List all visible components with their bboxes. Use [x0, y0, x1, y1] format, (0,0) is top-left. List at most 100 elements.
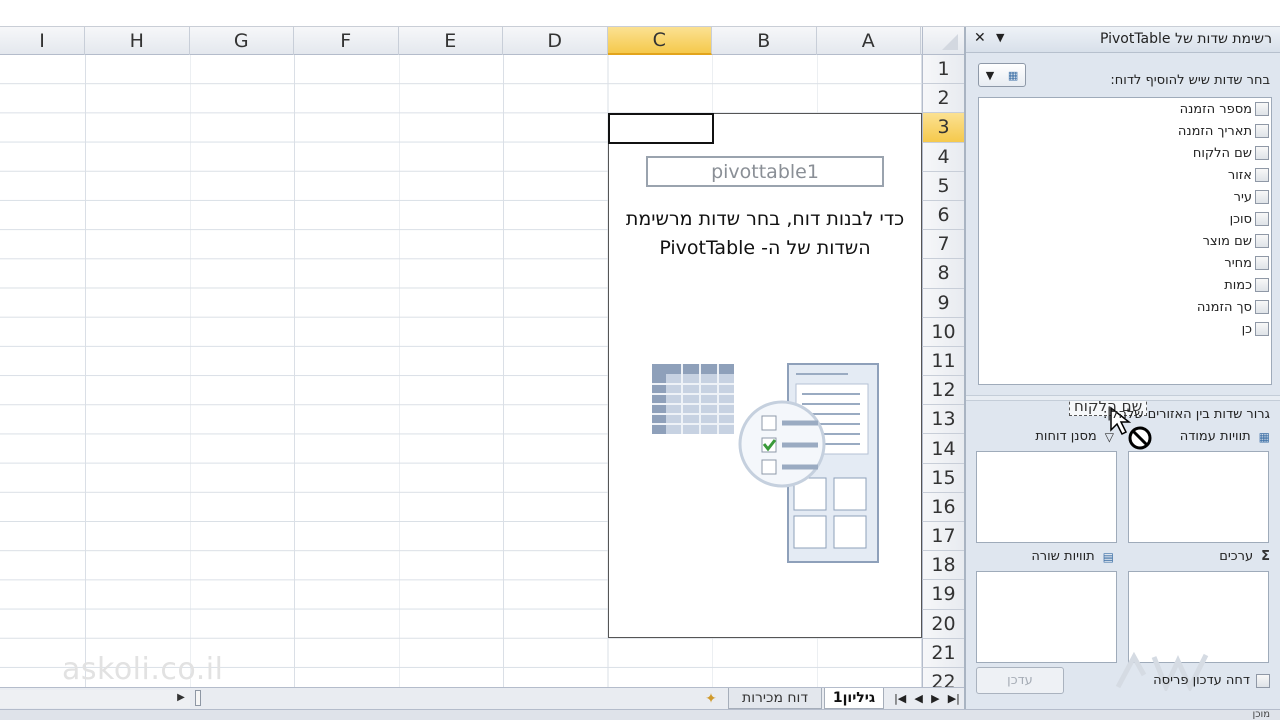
- pivot-table-name: pivottable1: [646, 156, 884, 187]
- column-header-a[interactable]: A: [817, 27, 921, 55]
- field-checkbox[interactable]: [1255, 300, 1269, 314]
- column-header-i[interactable]: I: [0, 27, 85, 55]
- row-header[interactable]: 12: [922, 376, 964, 406]
- sheet-tab-sales-report[interactable]: דוח מכירות: [728, 688, 822, 709]
- field-checkbox[interactable]: [1255, 322, 1269, 336]
- row-header[interactable]: 2: [922, 84, 964, 114]
- row-header[interactable]: 11: [922, 346, 964, 377]
- field-item[interactable]: שם מוצר: [1203, 231, 1269, 251]
- values-drop-area[interactable]: [1128, 571, 1269, 663]
- values-label: Σ ערכים: [1219, 549, 1270, 564]
- field-item[interactable]: מספר הזמנה: [1180, 99, 1269, 119]
- last-sheet-icon[interactable]: ▶|: [948, 692, 960, 705]
- row-labels-icon: ▤: [1102, 549, 1114, 564]
- field-list: מספר הזמנה תאריך הזמנה שם הלקוח אזור עיר…: [978, 97, 1272, 450]
- pivot-illustration-icon: [652, 363, 879, 563]
- field-checkbox[interactable]: [1255, 212, 1269, 226]
- row-header[interactable]: 18: [922, 551, 964, 581]
- row-header[interactable]: 14: [922, 434, 964, 464]
- column-header-d[interactable]: D: [503, 27, 608, 55]
- row-header[interactable]: 15: [922, 463, 964, 493]
- row-header[interactable]: 13: [922, 405, 964, 435]
- defer-update-checkbox[interactable]: [1256, 673, 1270, 688]
- row-header[interactable]: 8: [922, 259, 964, 289]
- chevron-down-icon: ▼: [985, 68, 995, 82]
- insert-sheet-icon[interactable]: ✦: [698, 688, 724, 709]
- field-checkbox[interactable]: [1255, 102, 1269, 116]
- horizontal-scrollbar[interactable]: [0, 690, 190, 708]
- selected-cell[interactable]: [608, 113, 714, 144]
- field-checkbox[interactable]: [1255, 124, 1269, 138]
- sheet-tab-bar: ▶ ✦ דוח מכירות גיליון1 |◀ ◀ ▶ ▶|: [0, 687, 964, 709]
- row-header[interactable]: 7: [922, 230, 964, 260]
- field-checkbox[interactable]: [1255, 256, 1269, 270]
- field-item[interactable]: מחיר: [1224, 253, 1269, 273]
- pane-header: רשימת שדות של PivotTable ✕ ▼: [966, 27, 1280, 53]
- row-header[interactable]: 16: [922, 492, 964, 522]
- field-item[interactable]: תאריך הזמנה: [1178, 121, 1269, 141]
- pane-splitter[interactable]: [966, 395, 1280, 401]
- prev-sheet-icon[interactable]: ◀: [914, 692, 922, 705]
- row-header[interactable]: 3: [922, 113, 964, 143]
- report-filter-label: ▽ מסנן דוחות: [1035, 429, 1114, 444]
- field-checkbox[interactable]: [1255, 190, 1269, 204]
- row-header[interactable]: 19: [922, 580, 964, 610]
- layout-icon: ▦: [1007, 68, 1019, 82]
- column-labels-drop-area[interactable]: [1128, 451, 1269, 543]
- row-header[interactable]: 10: [922, 317, 964, 347]
- row-header[interactable]: 6: [922, 200, 964, 231]
- row-header[interactable]: 5: [922, 171, 964, 201]
- column-header-f[interactable]: F: [294, 27, 399, 55]
- row-header[interactable]: 1: [922, 55, 964, 85]
- row-header[interactable]: 21: [922, 638, 964, 668]
- row-header[interactable]: 17: [922, 522, 964, 552]
- field-list-layout-button[interactable]: ▼ ▦: [978, 63, 1026, 87]
- tab-split-handle[interactable]: [195, 690, 201, 706]
- column-header-h[interactable]: H: [85, 27, 190, 55]
- sheet-tab-sheet1[interactable]: גיליון1: [824, 688, 884, 709]
- row-header[interactable]: 22: [922, 667, 964, 687]
- drag-fields-label: גרור שדות בין האזורים שלהלן:: [1103, 407, 1270, 422]
- field-item[interactable]: אזור: [1228, 165, 1269, 185]
- field-item[interactable]: כמות: [1224, 275, 1269, 295]
- status-ready: מוכן: [1252, 709, 1270, 720]
- row-header[interactable]: 4: [922, 142, 964, 172]
- column-header-g[interactable]: G: [190, 27, 294, 55]
- field-checkbox[interactable]: [1255, 234, 1269, 248]
- column-header-b[interactable]: B: [712, 27, 817, 55]
- pivot-instructions: כדי לבנות דוח, בחר שדות מרשימת השדות של …: [625, 208, 905, 259]
- scroll-right-icon[interactable]: ▶: [174, 690, 188, 704]
- row-header[interactable]: 20: [922, 609, 964, 639]
- sigma-icon: Σ: [1261, 549, 1270, 564]
- row-header[interactable]: 9: [922, 288, 964, 318]
- column-header-c[interactable]: C: [607, 27, 712, 55]
- field-item[interactable]: כן: [1242, 319, 1269, 339]
- next-sheet-icon[interactable]: ▶: [931, 692, 939, 705]
- column-labels-label: ▦ תוויות עמודה: [1179, 429, 1270, 444]
- select-all-corner[interactable]: [922, 27, 964, 55]
- watermark: askoli.co.il: [62, 652, 224, 687]
- field-checkbox[interactable]: [1255, 146, 1269, 160]
- field-checkbox[interactable]: [1255, 278, 1269, 292]
- field-item[interactable]: סוכן: [1230, 209, 1269, 229]
- first-sheet-icon[interactable]: |◀: [894, 692, 906, 705]
- row-labels-drop-area[interactable]: [976, 571, 1117, 663]
- gridline: [85, 55, 86, 687]
- row-headers: 1 2 3 4 5 6 7 8 9 10 11 12 13 14 15 16 17 18 19 20 21 22: [922, 55, 964, 687]
- report-filter-drop-area[interactable]: [976, 451, 1117, 543]
- defer-update-row[interactable]: דחה עדכון פריסה: [1153, 673, 1270, 688]
- row-labels-label: ▤ תוויות שורה: [1031, 549, 1114, 564]
- top-strip: [0, 0, 1280, 27]
- column-header-e[interactable]: E: [399, 27, 503, 55]
- pane-menu-dropdown-icon[interactable]: ▼: [996, 31, 1004, 44]
- field-item[interactable]: סך הזמנה: [1197, 297, 1269, 317]
- choose-fields-label: בחר שדות שיש להוסיף לדוח:: [1110, 73, 1270, 88]
- filter-icon: ▽: [1104, 429, 1114, 444]
- update-button[interactable]: עדכן: [976, 667, 1064, 694]
- sheet-nav-buttons: |◀ ◀ ▶ ▶|: [890, 688, 964, 709]
- field-item[interactable]: שם הלקוח: [1193, 143, 1269, 163]
- close-icon[interactable]: ✕: [974, 30, 986, 46]
- field-checkbox[interactable]: [1255, 168, 1269, 182]
- column-headers: I H G F E D C B A: [0, 27, 964, 55]
- field-item[interactable]: עיר: [1234, 187, 1269, 207]
